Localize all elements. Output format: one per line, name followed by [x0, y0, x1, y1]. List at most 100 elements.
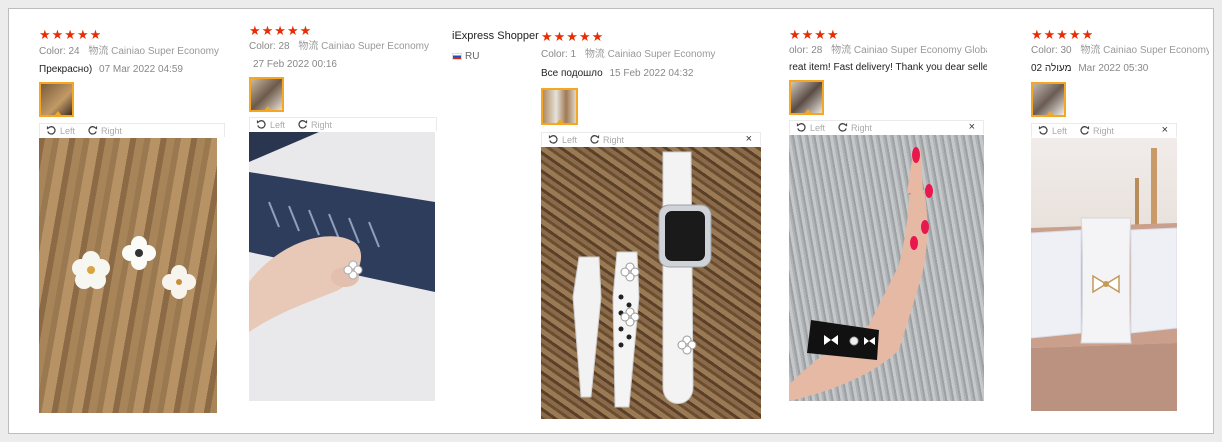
review-text-row: מעולה 02 Mar 2022 05:30: [1031, 62, 1148, 76]
reviews-strip: ★★★★★ Color: 24 物流 Cainiao Super Economy…: [8, 8, 1214, 434]
thumb-pointer-icon: [1046, 111, 1054, 115]
review-card: ★★★★★ Color: 24 物流 Cainiao Super Economy…: [39, 9, 225, 433]
rotate-right-icon: [88, 125, 98, 135]
star-rating: ★★★★: [789, 27, 840, 42]
hand-with-charm-image: [249, 132, 435, 332]
rotate-left-button[interactable]: Left: [1038, 125, 1067, 136]
close-button[interactable]: ×: [969, 121, 975, 134]
review-photo[interactable]: [1031, 138, 1177, 411]
photo-thumbnail[interactable]: [39, 82, 74, 117]
rotate-left-label: Left: [1052, 125, 1068, 136]
rotate-left-label: Left: [810, 122, 826, 133]
color-label: Color:: [249, 41, 276, 52]
review-text-row: Все подошло 15 Feb 2022 04:32: [541, 67, 693, 81]
review-text-row: reat item! Fast delivery! Thank you dear…: [789, 61, 987, 75]
image-toolbar: Left Right ×: [541, 132, 761, 146]
color-label: Color:: [541, 49, 568, 60]
review-card: iExpress Shopper RU ★★★★★ Color: 1 物流 Ca…: [449, 9, 769, 433]
review-text-row: Прекрасно) 07 Mar 2022 04:59: [39, 63, 183, 77]
shipping-method: 物流 Cainiao Super Economy: [584, 49, 716, 60]
photo-thumbnail[interactable]: [541, 88, 578, 125]
color-label: Color:: [1031, 45, 1058, 56]
color-value: 30: [1060, 45, 1072, 56]
rotate-right-label: Right: [851, 122, 873, 133]
rotate-right-button[interactable]: Right: [87, 125, 122, 136]
review-meta: Color: 24 物流 Cainiao Super Economy: [39, 45, 219, 59]
review-date: 27 Feb 2022 00:16: [253, 59, 337, 70]
rotate-right-label: Right: [603, 134, 625, 145]
color-value: 1: [570, 49, 577, 60]
rotate-left-label: Left: [270, 119, 286, 130]
rotate-right-icon: [838, 122, 848, 132]
thumb-pointer-icon: [804, 109, 812, 113]
review-text-row: 27 Feb 2022 00:16: [249, 58, 337, 72]
review-photo[interactable]: [39, 138, 217, 413]
review-text: reat item! Fast delivery! Thank you dear…: [789, 62, 987, 73]
russia-flag-icon: [452, 53, 462, 60]
rotate-left-label: Left: [60, 125, 76, 136]
review-meta: Color: 30 物流 Cainiao Super Economy: [1031, 44, 1209, 58]
review-photo[interactable]: [541, 147, 761, 419]
wrist-with-band-image: [789, 147, 933, 401]
rotate-left-label: Left: [562, 134, 578, 145]
rotate-right-button[interactable]: Right: [837, 122, 872, 133]
review-date: 15 Feb 2022 04:32: [609, 68, 694, 79]
rotate-left-button[interactable]: Left: [548, 134, 577, 145]
color-value: 28: [278, 41, 290, 52]
rotate-right-label: Right: [1093, 125, 1115, 136]
review-photo[interactable]: [249, 132, 435, 401]
image-toolbar: Left Right: [249, 117, 437, 131]
thumb-pointer-icon: [264, 106, 272, 110]
review-date: Mar 2022 05:30: [1078, 63, 1149, 74]
review-meta: Color: 28 物流 Cainiao Super Economy: [249, 40, 429, 54]
rotate-right-label: Right: [311, 119, 333, 130]
rotate-right-label: Right: [101, 125, 123, 136]
review-card: ★★★★★ Color: 30 物流 Cainiao Super Economy…: [1029, 9, 1209, 433]
reviewer-country: RU: [452, 51, 479, 62]
rotate-left-icon: [256, 119, 266, 129]
watch-bands-image: [572, 151, 712, 408]
flower-charms-image: [72, 236, 196, 299]
shipping-method: 物流 Cainiao Super Economy: [1080, 45, 1209, 56]
rotate-left-icon: [1038, 125, 1048, 135]
review-date: 07 Mar 2022 04:59: [99, 64, 183, 75]
rotate-left-icon: [46, 125, 56, 135]
rotate-right-icon: [1080, 125, 1090, 135]
review-card: ★★★★ olor: 28 物流 Cainiao Super Economy G…: [787, 9, 987, 433]
star-rating: ★★★★★: [541, 29, 605, 44]
star-rating: ★★★★★: [249, 23, 313, 38]
close-button[interactable]: ×: [1162, 124, 1168, 137]
rotate-right-icon: [298, 119, 308, 129]
color-label: Color:: [39, 46, 66, 57]
image-toolbar: Left Right ×: [1031, 123, 1177, 137]
color-value: 24: [68, 46, 80, 57]
thumb-pointer-icon: [556, 119, 564, 123]
reviewer-name: iExpress Shopper: [452, 30, 539, 42]
photo-thumbnail[interactable]: [1031, 82, 1066, 117]
rotate-left-button[interactable]: Left: [256, 119, 285, 130]
star-rating: ★★★★★: [39, 27, 103, 42]
review-text: Прекрасно): [39, 64, 93, 75]
close-button[interactable]: ×: [746, 133, 752, 146]
shipping-method: 物流 Cainiao Super Economy: [88, 46, 219, 57]
rotate-right-button[interactable]: Right: [589, 134, 624, 145]
photo-thumbnail[interactable]: [249, 77, 284, 112]
shipping-method: 物流 Cainiao Super Economy Global: [831, 45, 987, 56]
rotate-right-button[interactable]: Right: [1079, 125, 1114, 136]
star-rating: ★★★★★: [1031, 27, 1095, 42]
review-meta: olor: 28 物流 Cainiao Super Economy Global: [789, 44, 987, 58]
color-label: olor:: [789, 45, 809, 56]
country-code: RU: [465, 51, 480, 62]
image-toolbar: Left Right ×: [789, 120, 984, 134]
rotate-left-icon: [796, 122, 806, 132]
rotate-right-button[interactable]: Right: [297, 119, 332, 130]
rotate-left-button[interactable]: Left: [46, 125, 75, 136]
review-text: Все подошло: [541, 68, 603, 79]
review-photo[interactable]: [789, 135, 984, 401]
rotate-right-icon: [590, 134, 600, 144]
review-meta: Color: 1 物流 Cainiao Super Economy: [541, 48, 715, 62]
photo-thumbnail[interactable]: [789, 80, 824, 115]
rotate-left-icon: [548, 134, 558, 144]
rotate-left-button[interactable]: Left: [796, 122, 825, 133]
review-text: מעולה 02: [1031, 63, 1072, 74]
